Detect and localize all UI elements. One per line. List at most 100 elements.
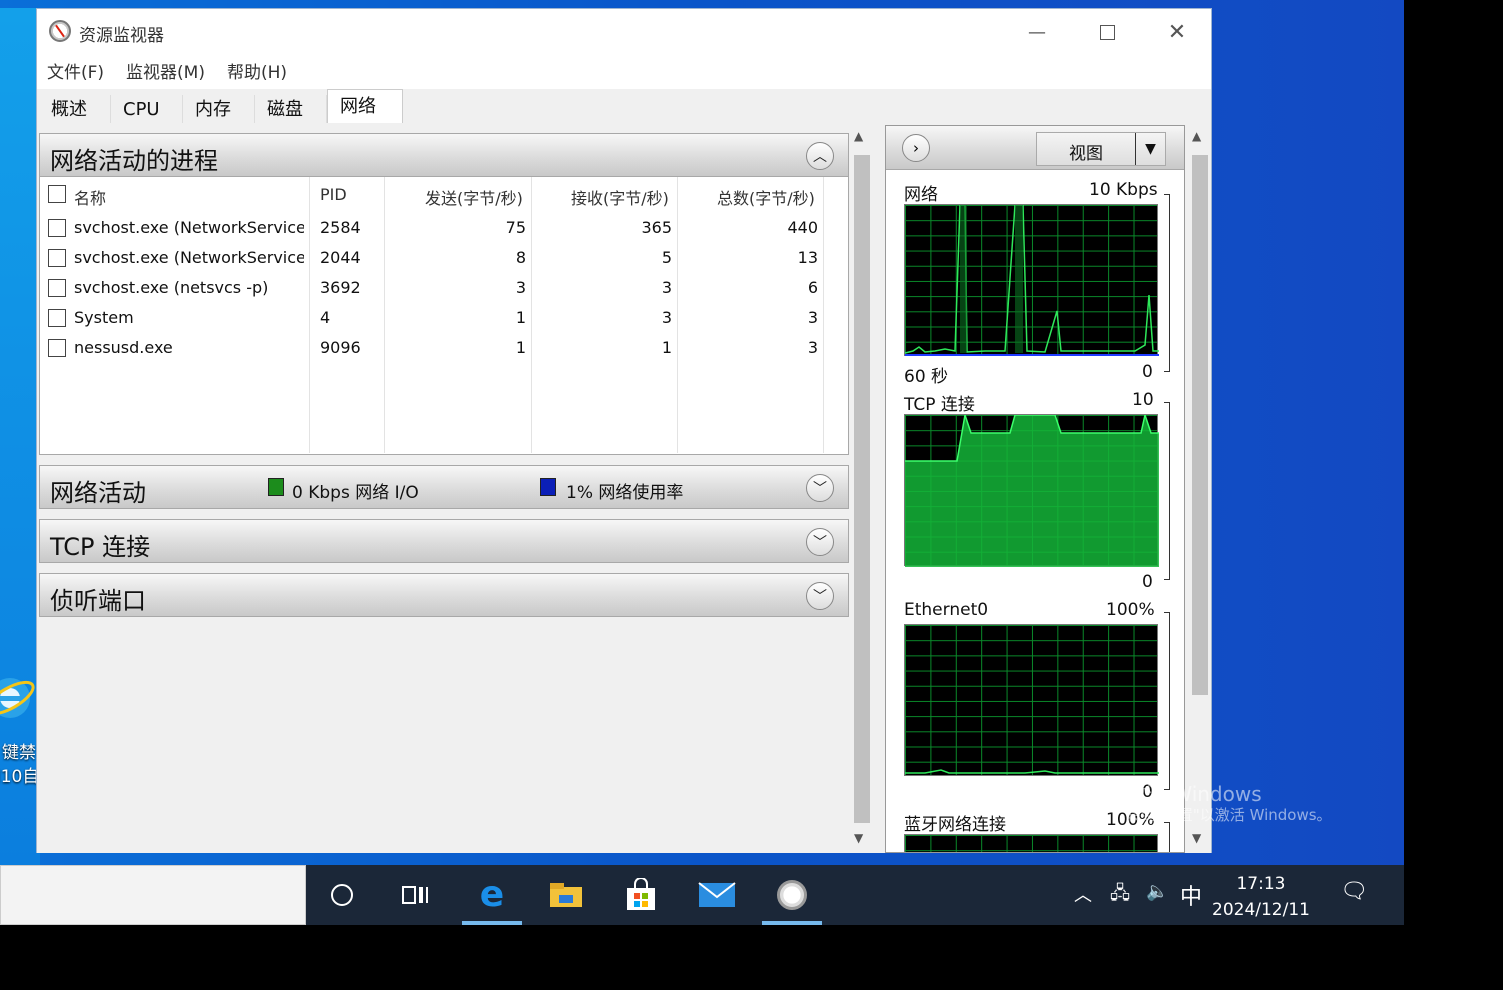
- header-recv[interactable]: 接收(字节/秒): [571, 185, 669, 209]
- graph-max: 10: [1132, 390, 1154, 410]
- resource-monitor-window: 资源监视器 — ✕ 文件(F) 监视器(M) 帮助(H) 概述 CPU 内存 磁…: [36, 8, 1212, 853]
- process-send: 8: [515, 248, 526, 267]
- graph-max: 10 Kbps: [1089, 180, 1158, 200]
- resource-monitor-taskbar-icon[interactable]: [772, 875, 812, 915]
- collapse-chevron-up-icon[interactable]: ︿: [806, 142, 834, 170]
- ie-desktop-icon[interactable]: [0, 668, 38, 728]
- network-usage-label: 1% 网络使用率: [566, 483, 684, 503]
- minimize-button[interactable]: —: [1002, 9, 1072, 55]
- expand-chevron-down-icon[interactable]: ﹀: [806, 582, 834, 610]
- menu-monitor[interactable]: 监视器(M): [126, 58, 205, 83]
- table-row[interactable]: nessusd.exe 9096 1 1 3: [40, 333, 830, 363]
- select-all-checkbox[interactable]: [48, 185, 66, 203]
- process-send: 1: [515, 308, 526, 327]
- table-row[interactable]: svchost.exe (NetworkService... 2044 8 5 13: [40, 243, 830, 273]
- graph-scale-bracket: [1164, 612, 1170, 790]
- edge-icon[interactable]: e: [472, 875, 512, 915]
- process-send: 1: [515, 338, 526, 357]
- process-total: 3: [807, 308, 818, 327]
- store-icon[interactable]: [621, 875, 661, 915]
- process-name: nessusd.exe: [74, 338, 173, 357]
- network-tray-icon[interactable]: 🖧: [1110, 881, 1130, 911]
- volume-icon[interactable]: 🔈: [1146, 881, 1168, 902]
- row-checkbox[interactable]: [48, 249, 66, 267]
- row-checkbox[interactable]: [48, 339, 66, 357]
- table-row[interactable]: svchost.exe (NetworkService... 2584 75 365 4…: [40, 213, 830, 243]
- show-hidden-icons-chevron-icon[interactable]: ︿: [1074, 881, 1092, 907]
- tab-memory[interactable]: 内存: [183, 95, 255, 123]
- scroll-up-icon[interactable]: ▲: [854, 129, 863, 143]
- graph-min: 0: [1142, 572, 1153, 592]
- process-recv: 365: [641, 218, 672, 237]
- scroll-thumb[interactable]: [1192, 155, 1208, 695]
- menu-file[interactable]: 文件(F): [47, 58, 104, 83]
- menu-help[interactable]: 帮助(H): [227, 58, 287, 83]
- table-row[interactable]: svchost.exe (netsvcs -p) 3692 3 3 6: [40, 273, 830, 303]
- processes-table: 名称 PID 发送(字节/秒) 接收(字节/秒) 总数(字节/秒) svchos…: [39, 177, 849, 455]
- process-total: 440: [787, 218, 818, 237]
- scroll-down-icon[interactable]: ▼: [1192, 831, 1201, 845]
- tcp-connections-graph: [904, 414, 1159, 567]
- expand-pane-chevron-icon[interactable]: ›: [902, 134, 930, 162]
- tcp-panel-header[interactable]: TCP 连接 ﹀: [39, 519, 849, 563]
- graph-scale-bracket: [1164, 194, 1170, 372]
- graph-time-span: 60 秒: [904, 367, 949, 387]
- task-view-icon[interactable]: [395, 875, 435, 915]
- notification-center-icon[interactable]: 🗨: [1340, 879, 1368, 904]
- left-scrollbar[interactable]: ▲ ▼: [851, 125, 873, 853]
- process-pid: 9096: [320, 338, 361, 357]
- row-checkbox[interactable]: [48, 279, 66, 297]
- tab-disk[interactable]: 磁盘: [255, 95, 327, 123]
- header-pid[interactable]: PID: [320, 185, 347, 204]
- graph-title: 蓝牙网络连接: [904, 815, 1006, 835]
- header-name[interactable]: 名称: [74, 185, 106, 209]
- expand-chevron-down-icon[interactable]: ﹀: [806, 528, 834, 556]
- process-pid: 4: [320, 308, 331, 327]
- table-row[interactable]: System 4 1 3 3: [40, 303, 830, 333]
- view-dropdown-button[interactable]: 视图 ▼: [1036, 132, 1166, 166]
- process-pid: 2584: [320, 218, 361, 237]
- resource-monitor-icon: [49, 20, 71, 42]
- graph-pane: › 视图 ▼ 网络 10 Kbps 60 秒 0 TCP 连接 10 0 Eth: [885, 125, 1185, 853]
- desktop: 键禁 l10自 资源监视器 — ✕ 文件(F) 监视器(M) 帮助(H) 概述 …: [0, 0, 1404, 925]
- process-total: 6: [807, 278, 818, 297]
- process-recv: 3: [661, 278, 672, 297]
- network-io-label: 0 Kbps 网络 I/O: [292, 483, 419, 503]
- process-recv: 3: [661, 308, 672, 327]
- process-pid: 2044: [320, 248, 361, 267]
- taskbar-search-box[interactable]: [0, 865, 306, 925]
- title-bar[interactable]: 资源监视器 — ✕: [37, 9, 1211, 55]
- network-activity-panel-header[interactable]: 网络活动 0 Kbps 网络 I/O 1% 网络使用率 ﹀: [39, 465, 849, 509]
- scroll-down-icon[interactable]: ▼: [854, 831, 863, 845]
- right-scrollbar[interactable]: ▲ ▼: [1189, 125, 1211, 853]
- maximize-button[interactable]: [1072, 9, 1142, 55]
- ime-indicator[interactable]: 中: [1180, 879, 1202, 911]
- cortana-icon[interactable]: [322, 875, 362, 915]
- ethernet0-graph: [904, 624, 1159, 776]
- close-button[interactable]: ✕: [1142, 9, 1212, 55]
- expand-chevron-down-icon[interactable]: ﹀: [806, 474, 834, 502]
- processes-panel-header[interactable]: 网络活动的进程 ︿: [39, 133, 849, 177]
- header-total[interactable]: 总数(字节/秒): [717, 185, 815, 209]
- tab-overview[interactable]: 概述: [39, 95, 111, 123]
- graph-title: Ethernet0: [904, 600, 989, 620]
- close-icon: ✕: [1167, 19, 1187, 45]
- dropdown-arrow-icon: ▼: [1135, 133, 1165, 165]
- row-checkbox[interactable]: [48, 219, 66, 237]
- process-send: 75: [505, 218, 526, 237]
- scroll-up-icon[interactable]: ▲: [1192, 129, 1201, 143]
- listening-ports-panel-header[interactable]: 侦听端口 ﹀: [39, 573, 849, 617]
- clock-time: 17:13: [1236, 874, 1286, 894]
- tab-strip: 概述 CPU 内存 磁盘 网络: [37, 89, 1211, 124]
- tab-cpu[interactable]: CPU: [111, 95, 183, 123]
- file-explorer-icon[interactable]: [546, 875, 586, 915]
- tab-network[interactable]: 网络: [327, 89, 403, 124]
- panel-title: TCP 连接: [50, 533, 151, 561]
- header-send[interactable]: 发送(字节/秒): [425, 185, 523, 209]
- clock[interactable]: 17:13 2024/12/11: [1212, 871, 1310, 923]
- mail-icon[interactable]: [697, 875, 737, 915]
- scroll-thumb[interactable]: [854, 155, 870, 823]
- activation-watermark-text: 转到"设置"以激活 Windows。: [1126, 806, 1332, 824]
- row-checkbox[interactable]: [48, 309, 66, 327]
- graph-scale-bracket: [1164, 822, 1170, 852]
